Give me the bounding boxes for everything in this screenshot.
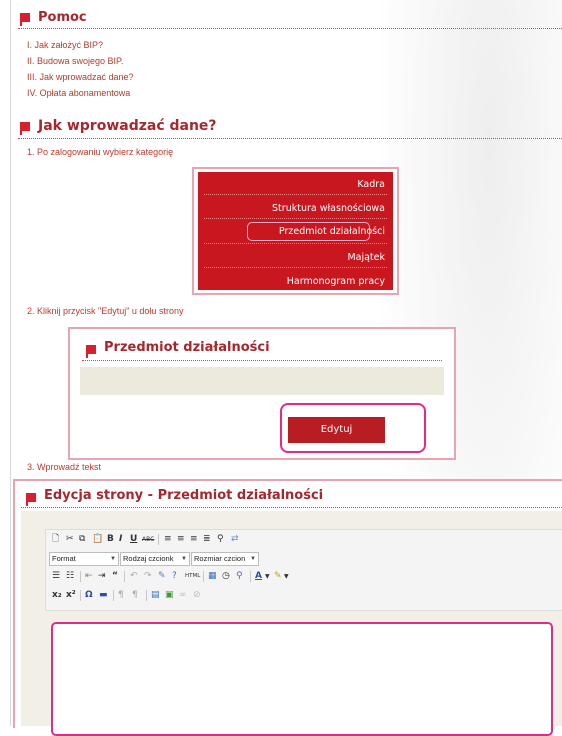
table-icon[interactable]: ▦ <box>208 571 217 582</box>
cleanup-icon[interactable]: ✎ <box>158 571 166 582</box>
insert-block-icon[interactable]: ▤ <box>151 590 160 601</box>
format-select-value: Format <box>52 554 76 563</box>
toolbar-separator <box>80 571 81 582</box>
text-color-icon[interactable]: A <box>255 571 262 582</box>
text-editor-area[interactable] <box>51 622 553 736</box>
help-link-2[interactable]: II. Budowa swojego BIP. <box>27 56 123 66</box>
red-flag-icon <box>20 13 30 26</box>
step-1-text: 1. Po zalogowaniu wybierz kategorię <box>27 147 174 157</box>
size-select[interactable]: Rozmiar czcion ▼ <box>191 552 259 566</box>
unlink-icon[interactable]: ⊘ <box>193 590 201 601</box>
toolbar-separator <box>203 571 204 582</box>
time-icon[interactable]: ◷ <box>222 571 230 582</box>
menu-item-przedmiot[interactable]: Przedmiot działalności <box>279 226 385 237</box>
align-center-icon[interactable]: ≡ <box>177 534 185 545</box>
menu-divider <box>204 194 387 195</box>
red-flag-icon <box>86 345 96 358</box>
font-select[interactable]: Rodzaj czcionk ▼ <box>120 552 190 566</box>
italic-icon[interactable]: I <box>119 534 122 545</box>
bullet-list-icon[interactable]: ☰ <box>52 571 60 582</box>
underline-icon[interactable]: U <box>130 534 137 545</box>
heading-divider <box>82 360 442 361</box>
size-select-value: Rozmiar czcion <box>194 554 246 563</box>
format-select[interactable]: Format ▼ <box>49 552 119 566</box>
outdent-icon[interactable]: ⇤ <box>85 571 93 582</box>
section-heading: Jak wprowadzać dane? <box>38 118 217 134</box>
red-flag-icon <box>20 122 30 135</box>
chevron-down-icon[interactable]: ▼ <box>284 571 289 582</box>
highlight-color-icon[interactable]: ✎ <box>274 571 282 582</box>
menu-item-harmonogram[interactable]: Harmonogram pracy <box>287 276 385 287</box>
undo-icon[interactable]: ↶ <box>130 571 138 582</box>
image-icon[interactable]: ▣ <box>165 590 174 601</box>
menu-item-struktura[interactable]: Struktura własnościowa <box>272 203 385 214</box>
indent-icon[interactable]: ⇥ <box>98 571 106 582</box>
bold-icon[interactable]: B <box>107 534 114 545</box>
toolbar-separator <box>158 534 159 545</box>
paste-icon[interactable]: 📋 <box>92 534 103 545</box>
help-icon[interactable]: ? <box>172 571 177 582</box>
help-heading: Pomoc <box>38 10 87 25</box>
new-page-icon[interactable]: 🗋 <box>52 534 59 545</box>
menu-item-majatek[interactable]: Majątek <box>347 252 385 263</box>
chevron-down-icon: ▼ <box>250 556 256 562</box>
help-link-1[interactable]: I. Jak założyć BIP? <box>27 40 103 50</box>
find-icon[interactable]: ⚲ <box>217 534 224 545</box>
rtl-icon[interactable]: ¶ <box>132 590 138 601</box>
numbered-list-icon[interactable]: ☷ <box>66 571 74 582</box>
toolbar-separator <box>113 590 114 601</box>
link-icon[interactable]: ∞ <box>179 590 187 601</box>
editor-toolbar: 🗋 ✂ ⧉ 📋 B I U ABC ≡ ≡ ≡ ≣ ⚲ ⇄ Format ▼ Ro… <box>45 529 562 611</box>
heading-divider <box>21 507 562 508</box>
category-menu: Kadra Struktura własnościowa Przedmiot d… <box>198 172 393 290</box>
cut-icon[interactable]: ✂ <box>66 534 74 545</box>
toolbar-separator <box>146 590 147 601</box>
red-flag-icon <box>26 493 36 506</box>
redo-icon[interactable]: ↷ <box>144 571 152 582</box>
toolbar-separator <box>80 590 81 601</box>
chevron-down-icon[interactable]: ▼ <box>265 571 270 582</box>
special-char-icon[interactable]: Ω <box>85 590 93 601</box>
superscript-icon[interactable]: x² <box>66 590 76 601</box>
align-justify-icon[interactable]: ≣ <box>203 534 211 545</box>
toolbar-separator <box>250 571 251 582</box>
editor-screenshot: Edycja strony - Przedmiot działalności 🗋… <box>13 479 562 736</box>
copy-icon[interactable]: ⧉ <box>79 534 85 545</box>
menu-divider <box>204 218 387 219</box>
help-link-3[interactable]: III. Jak wprowadzać dane? <box>27 72 134 82</box>
step-3-text: 3. Wprowadź tekst <box>27 462 102 472</box>
menu-divider <box>204 267 387 268</box>
align-left-icon[interactable]: ≡ <box>164 534 172 545</box>
edit-panel-title: Przedmiot działalności <box>104 340 270 355</box>
menu-screenshot: Kadra Struktura własnościowa Przedmiot d… <box>192 167 399 295</box>
ltr-icon[interactable]: ¶ <box>118 590 124 601</box>
html-source-icon[interactable]: HTML <box>185 571 200 582</box>
content-band <box>80 367 444 395</box>
menu-divider <box>204 243 387 244</box>
chevron-down-icon: ▼ <box>181 556 187 562</box>
horizontal-rule-icon[interactable]: ▬ <box>99 590 108 601</box>
heading-divider <box>18 28 562 29</box>
menu-item-kadra[interactable]: Kadra <box>357 179 385 190</box>
step-2-text: 2. Kliknij przycisk "Edytuj" u dołu stro… <box>27 306 184 316</box>
help-link-4[interactable]: IV. Opłata abonamentowa <box>27 88 130 98</box>
blockquote-icon[interactable]: “ <box>112 571 118 582</box>
align-right-icon[interactable]: ≡ <box>190 534 198 545</box>
edit-button[interactable]: Edytuj <box>288 417 385 443</box>
preview-icon[interactable]: ⚲ <box>236 571 243 582</box>
chevron-down-icon: ▼ <box>110 556 116 562</box>
strikethrough-icon[interactable]: ABC <box>142 534 154 545</box>
editor-title: Edycja strony - Przedmiot działalności <box>44 488 324 503</box>
font-select-value: Rodzaj czcionk <box>123 554 174 563</box>
subscript-icon[interactable]: x₂ <box>52 590 62 601</box>
left-border <box>10 0 11 726</box>
heading-divider <box>18 138 562 139</box>
replace-icon[interactable]: ⇄ <box>231 534 239 545</box>
toolbar-separator <box>124 571 125 582</box>
edit-screenshot: Przedmiot działalności Edytuj <box>68 327 456 460</box>
